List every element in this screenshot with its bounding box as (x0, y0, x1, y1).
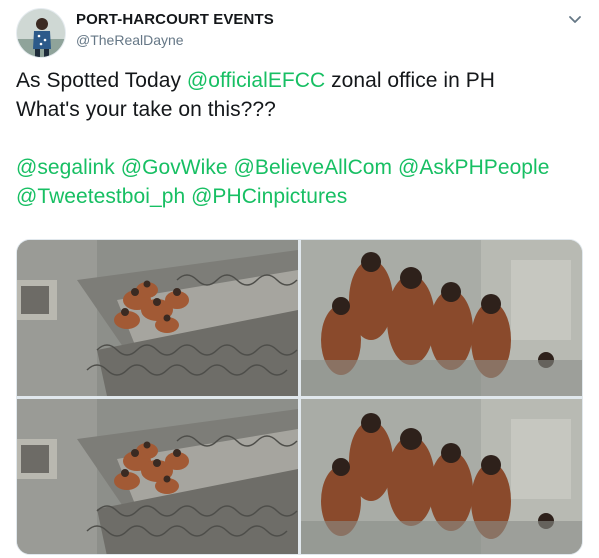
text-segment: As Spotted Today (16, 69, 187, 92)
user-handle[interactable]: @TheRealDayne (76, 32, 184, 48)
mention-link[interactable]: @GovWike (121, 156, 228, 179)
photo-rooftop-crowd[interactable] (17, 399, 298, 554)
photo-closeup-crowd[interactable] (301, 399, 582, 554)
tweet-text-line: As Spotted Today @officialEFCC zonal off… (16, 66, 591, 95)
mention-link[interactable]: @segalink (16, 156, 115, 179)
tweet[interactable]: PORT-HARCOURT EVENTS @TheRealDayne As Sp… (0, 0, 599, 558)
mention-link[interactable]: @PHCinpictures (191, 185, 347, 208)
mentions-line: @Tweetestboi_ph @PHCinpictures (16, 182, 591, 211)
mention-link[interactable]: @AskPHPeople (398, 156, 550, 179)
mentions-line: @segalink @GovWike @BelieveAllCom @AskPH… (16, 153, 591, 182)
avatar[interactable] (16, 8, 66, 58)
chevron-down-icon[interactable] (565, 10, 585, 30)
line-break (16, 124, 591, 153)
photo-rooftop-crowd[interactable] (17, 240, 298, 396)
text-segment: zonal office in PH (325, 69, 496, 92)
media-grid (16, 239, 583, 555)
display-name[interactable]: PORT-HARCOURT EVENTS (76, 11, 274, 28)
tweet-text-line: What's your take on this??? (16, 98, 276, 121)
mention-link[interactable]: @BelieveAllCom (234, 156, 393, 179)
mention-link[interactable]: @officialEFCC (187, 69, 325, 92)
photo-closeup-crowd[interactable] (301, 240, 582, 396)
mention-link[interactable]: @Tweetestboi_ph (16, 185, 185, 208)
tweet-text: As Spotted Today @officialEFCC zonal off… (16, 66, 591, 211)
